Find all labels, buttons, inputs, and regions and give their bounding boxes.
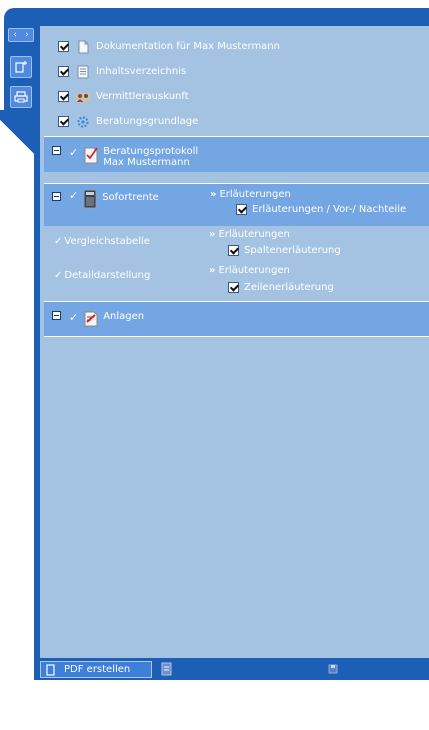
check-icon: ✓ [69,146,79,159]
collapse-toggle-button[interactable]: ‹ › [8,28,34,42]
double-chevron-icon: » [209,265,216,276]
bottom-toolbar: PDF erstellen [38,658,429,680]
section-title: Sofortrente [102,192,159,203]
printer-icon [14,91,28,103]
section-title: Anlagen [103,311,145,322]
erlaeuterungen-header: » Erläuterungen [209,229,290,240]
section-beratungsprotokoll: ✓ Beratungsprotokoll Max Mustermann [44,136,429,172]
list-item[interactable]: Vermittlerauskunft [58,84,280,109]
document-outline-icon [46,663,55,676]
double-chevron-icon: » [210,189,217,200]
protocol-icon [84,147,98,164]
option-item[interactable]: Spaltenerläuterung [228,245,341,256]
item-label: Dokumentation für Max Mustermann [96,41,280,52]
option-label: Erläuterungen / Vor-/ Nachteile [252,204,407,215]
collapse-icon[interactable] [52,192,61,201]
section-header[interactable]: ✓ Anlagen [52,311,144,327]
gears-icon [77,115,89,128]
checkbox[interactable] [236,204,247,215]
document-icon [78,40,89,53]
section-subtitle: Max Mustermann [103,157,190,168]
collapse-icon[interactable] [52,311,61,320]
option-item[interactable]: Zeilenerläuterung [228,282,334,293]
section-header[interactable]: ✓ Sofortrente [52,189,159,209]
erlaeuterungen-header: » Erläuterungen [210,189,291,200]
checkbox[interactable] [58,41,69,52]
sidebar: ‹ › [0,0,40,730]
chevron-left-icon: ‹ [13,30,17,40]
list-icon [77,65,89,78]
vergleichstabelle-item[interactable]: ✓ Vergleichstabelle [54,236,150,247]
main-panel: Dokumentation für Max Mustermann Inhalts… [40,26,429,658]
checkbox[interactable] [228,245,239,256]
print-button[interactable] [10,86,32,108]
option-label: Spaltenerläuterung [244,245,341,256]
top-strip [40,8,429,26]
new-document-button[interactable] [10,56,32,78]
list-item[interactable]: Dokumentation für Max Mustermann [58,34,280,59]
people-icon [76,92,90,102]
check-icon: ✓ [69,311,79,324]
calculator-icon [83,189,97,209]
item-label: Vergleichstabelle [64,236,150,247]
create-pdf-button[interactable]: PDF erstellen [40,661,152,678]
section-sofortrente: ✓ Sofortrente » Erläuterungen Erläuterun… [44,183,429,226]
save-icon[interactable] [328,664,338,674]
new-document-icon [15,61,27,73]
item-label: Detaildarstellung [64,270,151,281]
divider [44,336,429,337]
checkbox[interactable] [58,66,69,77]
option-label: Zeilenerläuterung [244,282,334,293]
checkbox[interactable] [58,116,69,127]
item-label: Inhaltsverzeichnis [96,66,187,77]
erlaeuterungen-label: Erläuterungen [218,265,290,276]
checkbox[interactable] [228,282,239,293]
check-icon: ✓ [54,270,63,281]
item-label: Beratungsgrundlage [96,116,199,127]
section-title: Beratungsprotokoll [103,146,199,157]
option-item[interactable]: Erläuterungen / Vor-/ Nachteile [236,204,406,215]
list-item[interactable]: Inhaltsverzeichnis [58,59,280,84]
chevron-right-icon: › [25,30,29,40]
list-item[interactable]: Beratungsgrundlage [58,109,280,134]
section-header[interactable]: ✓ Beratungsprotokoll Max Mustermann [52,146,198,168]
check-icon: ✓ [54,236,63,247]
attachments-icon [84,311,98,327]
checkbox[interactable] [58,91,69,102]
item-label: Vermittlerauskunft [96,91,189,102]
detaildarstellung-item[interactable]: ✓ Detaildarstellung [54,270,150,281]
erlaeuterungen-label: Erläuterungen [218,229,290,240]
erlaeuterungen-label: Erläuterungen [219,189,291,200]
check-icon: ✓ [69,189,79,202]
collapse-icon[interactable] [52,146,61,155]
double-chevron-icon: » [209,229,216,240]
report-icon[interactable] [161,662,173,676]
section-anlagen: ✓ Anlagen [44,301,429,337]
create-pdf-label: PDF erstellen [64,664,131,675]
top-checklist: Dokumentation für Max Mustermann Inhalts… [58,34,280,134]
erlaeuterungen-header: » Erläuterungen [209,265,290,276]
